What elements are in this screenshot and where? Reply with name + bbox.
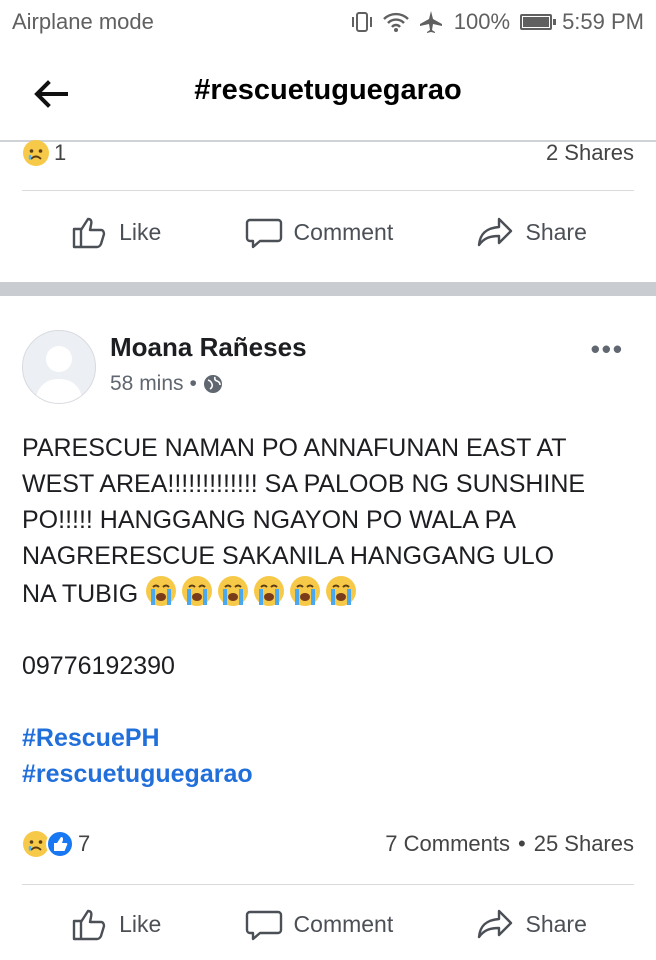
share-label: Share — [525, 218, 587, 245]
loudly-crying-face-icon — [182, 576, 213, 606]
battery-icon — [520, 14, 557, 30]
post-stats: 7 7 Comments • 25 Shares — [22, 829, 634, 859]
globe-icon — [203, 375, 222, 393]
share-button[interactable]: Share — [475, 904, 587, 944]
reaction-count: 7 — [78, 831, 91, 856]
comment-label: Comment — [293, 218, 394, 245]
loudly-crying-face-icon — [254, 576, 285, 606]
hashtags: #RescuePH #rescuetuguegarao — [22, 720, 634, 792]
like-button[interactable]: Like — [69, 212, 161, 252]
share-arrow-icon — [478, 909, 513, 939]
avatar[interactable] — [22, 330, 96, 404]
default-avatar-icon — [35, 346, 83, 403]
share-button[interactable]: Share — [475, 212, 587, 252]
post-body: PARESCUE NAMAN PO ANNAFUNAN EAST AT WEST… — [22, 430, 634, 792]
like-label: Like — [119, 218, 162, 245]
shares-count[interactable]: 2 Shares — [546, 140, 634, 166]
loudly-crying-face-icon — [218, 576, 249, 606]
post-text-line: PO!!!!! HANGGANG NGAYON PO WALA PA — [22, 506, 517, 534]
crying-emoji-group — [144, 574, 358, 608]
vibrate-icon — [351, 12, 372, 32]
post-text-last-line: NA TUBIG — [22, 574, 634, 612]
post-meta: 58 mins • — [110, 372, 223, 396]
sad-face-icon — [23, 140, 49, 166]
feed-separator — [0, 282, 656, 296]
battery-percent: 100% — [453, 9, 511, 34]
stats-separator: • — [518, 831, 526, 856]
status-indicators: 100% 5:59 PM — [350, 9, 644, 35]
airplane-mode-label: Airplane mode — [12, 9, 154, 34]
divider — [22, 884, 634, 885]
clock: 5:59 PM — [562, 9, 644, 34]
wifi-icon — [382, 12, 409, 32]
more-options-icon[interactable]: ••• — [591, 334, 624, 365]
divider — [22, 190, 634, 191]
top-bar: #rescuetuguegarao — [0, 44, 656, 142]
post-time[interactable]: 58 mins — [110, 372, 184, 396]
loudly-crying-face-icon — [290, 576, 321, 606]
share-arrow-icon — [478, 217, 513, 247]
share-label: Share — [525, 910, 587, 937]
post-actions: Like Comment Share — [0, 894, 656, 954]
reaction-summary[interactable]: 1 — [22, 139, 66, 167]
comment-icon — [245, 910, 282, 941]
like-button[interactable]: Like — [69, 904, 161, 944]
like-label: Like — [119, 910, 162, 937]
thumbs-up-icon — [72, 909, 106, 941]
loudly-crying-face-icon — [146, 576, 177, 606]
comment-button[interactable]: Comment — [244, 904, 394, 944]
phone-number: 09776192390 — [22, 652, 175, 680]
post-text-line: PARESCUE NAMAN PO ANNAFUNAN EAST AT — [22, 434, 567, 462]
like-thumb-icon — [46, 830, 74, 858]
comment-icon — [245, 218, 282, 249]
post-header: Moana Rañeses 58 mins • ••• — [22, 328, 634, 408]
loudly-crying-face-icon — [326, 576, 357, 606]
thumbs-up-icon — [72, 217, 106, 249]
post-text-line: NAGRERESCUE SAKANILA HANGGANG ULO — [22, 542, 555, 570]
hashtag-link[interactable]: #RescuePH — [22, 720, 634, 756]
author-name[interactable]: Moana Rañeses — [110, 332, 307, 363]
hashtag-link[interactable]: #rescuetuguegarao — [22, 756, 634, 792]
status-bar: Airplane mode 100% 5:59 PM — [0, 0, 656, 44]
comment-label: Comment — [293, 910, 394, 937]
shares-count[interactable]: 25 Shares — [534, 831, 634, 857]
meta-separator: • — [189, 372, 197, 395]
comment-button[interactable]: Comment — [244, 212, 394, 252]
reaction-summary[interactable]: 7 — [22, 830, 90, 858]
page-title: #rescuetuguegarao — [194, 74, 462, 106]
airplane-icon — [419, 11, 442, 33]
post-text-line: NA TUBIG — [22, 580, 139, 608]
engagement-counts: 7 Comments • 25 Shares — [385, 831, 634, 857]
previous-post-stats: 1 2 Shares — [22, 138, 634, 168]
comments-count[interactable]: 7 Comments — [385, 831, 510, 857]
post-text-line: WEST AREA!!!!!!!!!!!!! SA PALOOB NG SUNS… — [22, 470, 586, 498]
previous-post-actions: Like Comment Share — [0, 202, 656, 262]
reaction-count: 1 — [54, 140, 67, 165]
